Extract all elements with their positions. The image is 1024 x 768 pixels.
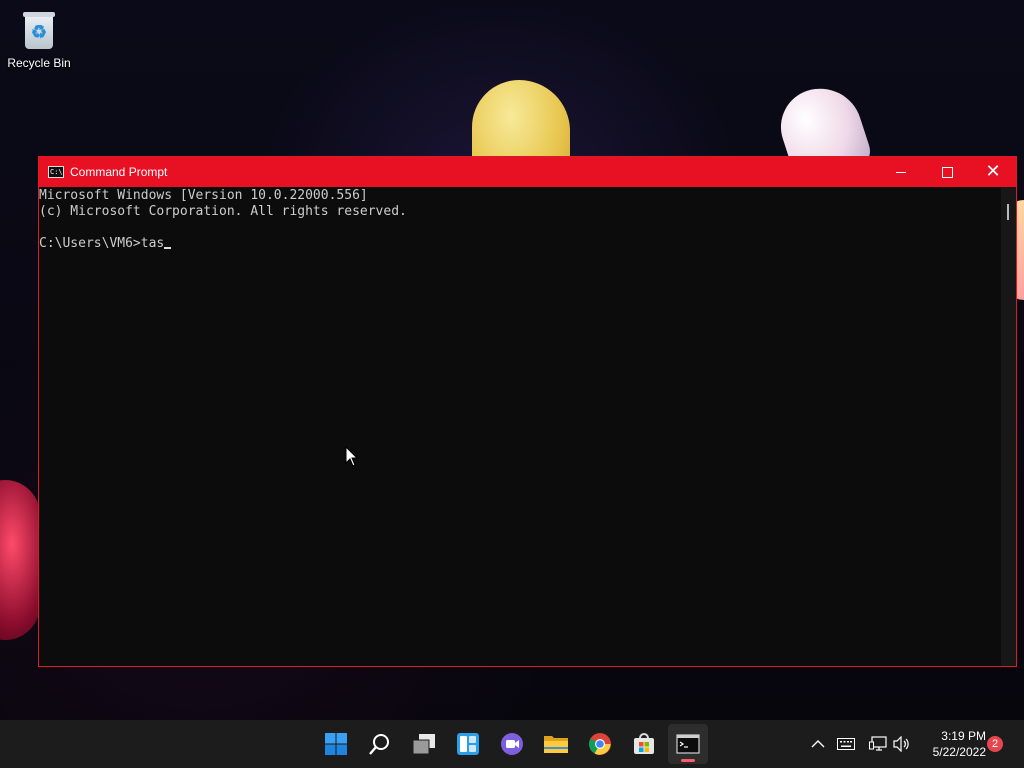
file-explorer-icon [544,736,568,753]
command-prompt-icon [676,734,700,754]
search-icon [369,734,389,755]
chrome-icon [589,733,611,755]
speaker-icon [893,736,909,752]
clock-button[interactable]: 3:19 PM 5/22/2022 [920,728,986,760]
console-prompt-line[interactable]: C:\Users\VM6>tas [39,236,1001,252]
keyboard-input-button[interactable] [836,734,856,754]
start-icon [325,733,347,755]
recycle-bin-label: Recycle Bin [7,56,71,70]
text-cursor [164,247,172,249]
network-button[interactable] [868,734,888,754]
mouse-pointer-icon [345,446,359,467]
active-app-indicator [681,759,695,762]
chevron-up-icon [811,740,825,748]
command-prompt-taskbar-button[interactable] [668,724,708,764]
chrome-button[interactable] [580,724,620,764]
store-button[interactable] [624,724,664,764]
clock-time: 3:19 PM [941,729,986,743]
widgets-button[interactable] [448,724,488,764]
keyboard-icon [837,738,855,750]
maximize-button[interactable] [924,157,970,187]
wallpaper-shape-red [0,480,40,640]
show-hidden-icons-button[interactable] [808,734,828,754]
console-line: (c) Microsoft Corporation. All rights re… [39,204,407,219]
command-prompt-app-icon[interactable]: C:\ [48,166,64,178]
close-icon: ✕ [985,161,1001,182]
task-view-icon [412,734,435,755]
console-output[interactable]: Microsoft Windows [Version 10.0.22000.55… [39,187,1001,666]
search-button[interactable] [360,724,400,764]
widgets-icon [457,733,479,755]
volume-button[interactable] [892,734,912,754]
window-titlebar[interactable]: C:\ Command Prompt ✕ [39,157,1016,187]
maximize-icon [941,166,953,178]
recycle-bin-desktop-icon[interactable]: ♻ Recycle Bin [2,6,76,78]
console-input-text[interactable]: C:\Users\VM6>tas [39,236,164,251]
minimize-button[interactable] [878,157,924,187]
window-title: Command Prompt [70,165,168,179]
minimize-icon [896,171,906,173]
file-explorer-button[interactable] [536,724,576,764]
recycle-bin-icon: ♻ [22,10,56,50]
desktop: ♻ Recycle Bin C:\ Command Prompt ✕ Micro… [0,0,1024,720]
start-button[interactable] [316,724,356,764]
notification-badge[interactable]: 2 [987,736,1003,752]
taskbar: 3:19 PM 5/22/2022 [0,720,1024,768]
teams-chat-icon [501,733,523,755]
vertical-scrollbar[interactable] [1001,187,1016,666]
command-prompt-window[interactable]: C:\ Command Prompt ✕ Microsoft Windows [… [38,156,1017,667]
close-button[interactable]: ✕ [970,157,1016,187]
task-view-button[interactable] [404,724,444,764]
chat-button[interactable] [492,724,532,764]
store-icon [634,733,654,754]
clock-date: 5/22/2022 [932,745,986,759]
scrollbar-thumb[interactable] [1007,204,1009,220]
console-line: Microsoft Windows [Version 10.0.22000.55… [39,188,368,203]
network-icon [869,736,887,751]
